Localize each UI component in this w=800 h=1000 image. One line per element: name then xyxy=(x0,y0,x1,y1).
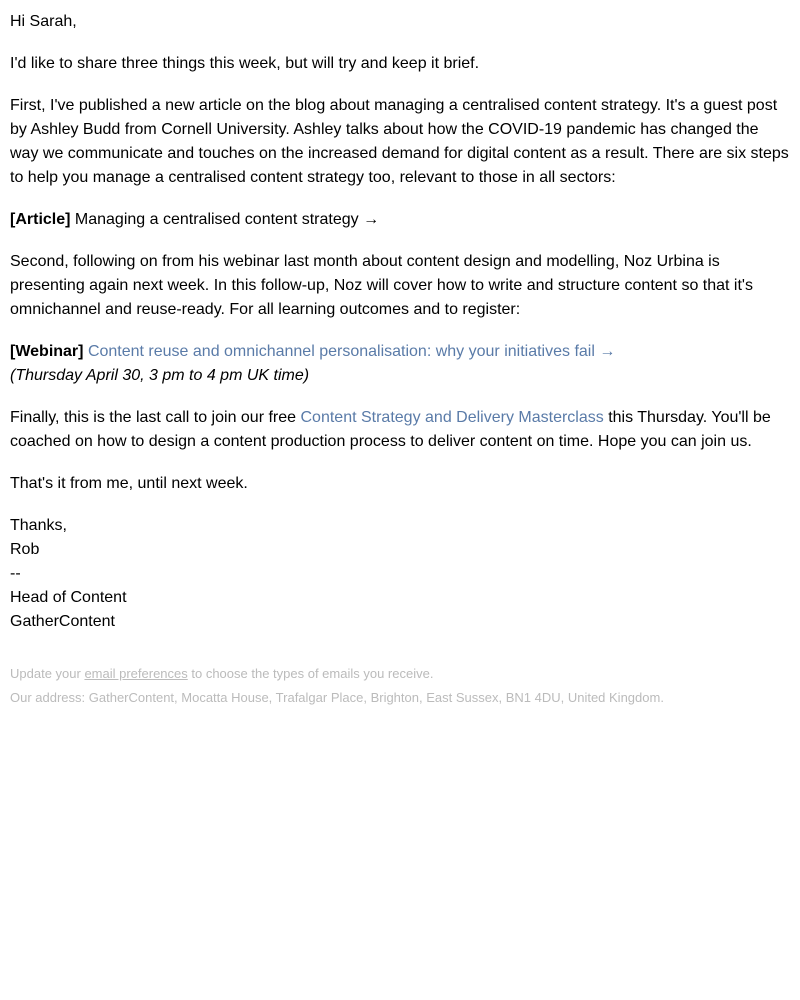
paragraph-article: First, I've published a new article on t… xyxy=(10,94,790,190)
signature-name: Rob xyxy=(10,538,790,562)
footer-address: Our address: GatherContent, Mocatta Hous… xyxy=(10,688,790,708)
email-preferences-link[interactable]: email preferences xyxy=(84,666,187,681)
footer-prefs-post: to choose the types of emails you receiv… xyxy=(188,666,434,681)
footer-prefs-pre: Update your xyxy=(10,666,84,681)
signature-thanks: Thanks, xyxy=(10,514,790,538)
masterclass-link[interactable]: Content Strategy and Delivery Masterclas… xyxy=(301,409,604,426)
signature-company: GatherContent xyxy=(10,610,790,634)
webinar-time: (Thursday April 30, 3 pm to 4 pm UK time… xyxy=(10,367,309,384)
webinar-label: [Webinar] xyxy=(10,343,83,360)
article-label: [Article] xyxy=(10,211,70,228)
webinar-line: [Webinar] Content reuse and omnichannel … xyxy=(10,340,790,388)
masterclass-pre: Finally, this is the last call to join o… xyxy=(10,409,301,426)
greeting: Hi Sarah, xyxy=(10,10,790,34)
webinar-link[interactable]: Content reuse and omnichannel personalis… xyxy=(88,343,615,360)
email-footer: Update your email preferences to choose … xyxy=(10,664,790,707)
signature-divider: -- xyxy=(10,562,790,586)
article-title: Managing a centralised content strategy … xyxy=(75,211,379,228)
paragraph-masterclass: Finally, this is the last call to join o… xyxy=(10,406,790,454)
intro-paragraph: I'd like to share three things this week… xyxy=(10,52,790,76)
closing-paragraph: That's it from me, until next week. xyxy=(10,472,790,496)
paragraph-webinar: Second, following on from his webinar la… xyxy=(10,250,790,322)
signature-block: Thanks, Rob -- Head of Content GatherCon… xyxy=(10,514,790,634)
article-line: [Article] Managing a centralised content… xyxy=(10,208,790,232)
signature-title: Head of Content xyxy=(10,586,790,610)
footer-preferences-line: Update your email preferences to choose … xyxy=(10,664,790,684)
